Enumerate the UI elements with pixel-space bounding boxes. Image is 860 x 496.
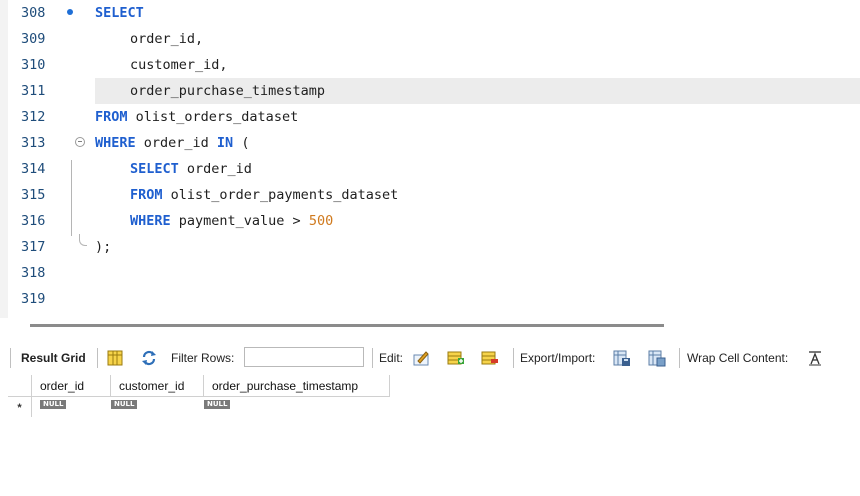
line-number: 313 bbox=[21, 135, 46, 151]
editor-line[interactable]: 317); bbox=[8, 234, 860, 260]
code-text: order_purchase_timestamp bbox=[95, 78, 860, 104]
grid-columns-icon[interactable] bbox=[106, 349, 124, 367]
code-text: FROM olist_order_payments_dataset bbox=[95, 182, 860, 208]
sql-text: ( bbox=[233, 135, 250, 151]
sql-keyword: FROM bbox=[130, 187, 163, 203]
line-number: 315 bbox=[21, 187, 46, 203]
sql-text: order_id bbox=[178, 161, 252, 177]
code-text: WHERE payment_value > 500 bbox=[95, 208, 860, 234]
edit-row-icon[interactable] bbox=[412, 349, 430, 367]
null-badge[interactable]: NULL bbox=[111, 400, 138, 409]
code-text: WHERE order_id IN ( bbox=[95, 130, 860, 156]
editor-line[interactable]: 315 FROM olist_order_payments_dataset bbox=[8, 182, 860, 208]
editor-line[interactable]: 310 customer_id, bbox=[8, 52, 860, 78]
fold-toggle-icon[interactable] bbox=[75, 137, 85, 147]
import-icon[interactable] bbox=[648, 349, 666, 367]
column-header-customer-id[interactable]: customer_id bbox=[111, 375, 204, 397]
edit-label: Edit: bbox=[379, 351, 404, 365]
wrap-cell-content-label: Wrap Cell Content: bbox=[687, 351, 789, 365]
toolbar-separator bbox=[97, 348, 98, 368]
sql-number: 500 bbox=[308, 213, 334, 229]
line-number: 312 bbox=[21, 109, 46, 125]
editor-line[interactable]: 318 bbox=[8, 260, 860, 286]
statement-marker-icon[interactable] bbox=[67, 9, 73, 15]
sql-keyword: WHERE bbox=[130, 213, 171, 229]
null-badge[interactable]: NULL bbox=[40, 400, 67, 409]
code-text: ); bbox=[95, 234, 860, 260]
results-toolbar: Result Grid Filter Rows: Edit: Export/Im… bbox=[0, 345, 860, 371]
editor-line[interactable]: 314 SELECT order_id bbox=[8, 156, 860, 182]
code-text: order_id, bbox=[95, 26, 860, 52]
editor-line[interactable]: 312 FROM olist_orders_dataset bbox=[8, 104, 860, 130]
code-text: SELECT order_id bbox=[95, 156, 860, 182]
new-row-marker: * bbox=[8, 397, 32, 417]
editor-line[interactable]: 309 order_id, bbox=[8, 26, 860, 52]
wrap-text-icon[interactable] bbox=[806, 349, 824, 367]
code-text: customer_id, bbox=[95, 52, 860, 78]
refresh-icon[interactable] bbox=[140, 349, 158, 367]
sql-text: customer_id, bbox=[130, 57, 228, 73]
column-header-order-purchase-timestamp[interactable]: order_purchase_timestamp bbox=[204, 375, 390, 397]
editor-line[interactable]: 311 order_purchase_timestamp bbox=[8, 78, 860, 104]
sql-keyword: SELECT bbox=[130, 161, 179, 177]
line-number: 319 bbox=[21, 291, 46, 307]
editor-line[interactable]: 308 SELECT bbox=[8, 0, 860, 26]
sql-text: payment_value > bbox=[170, 213, 309, 229]
column-header-order-id[interactable]: order_id bbox=[32, 375, 111, 397]
fold-end-icon bbox=[79, 234, 87, 246]
editor-line[interactable]: 313 WHERE order_id IN ( bbox=[8, 130, 860, 156]
filter-rows-input[interactable] bbox=[244, 347, 364, 367]
sql-editor[interactable]: 308 SELECT 309 order_id, 310 customer_id, 311 o… bbox=[0, 0, 860, 318]
line-number: 317 bbox=[21, 239, 46, 255]
toolbar-separator bbox=[513, 348, 514, 368]
delete-row-icon[interactable] bbox=[481, 349, 499, 367]
line-number: 308 bbox=[21, 5, 46, 21]
editor-results-splitter[interactable] bbox=[30, 324, 664, 327]
editor-left-margin bbox=[0, 0, 8, 318]
editor-line[interactable]: 316 WHERE payment_value > 500 bbox=[8, 208, 860, 234]
code-text: SELECT bbox=[95, 0, 860, 26]
line-number: 309 bbox=[21, 31, 46, 47]
line-number: 311 bbox=[21, 83, 46, 99]
sql-text: order_id bbox=[135, 135, 217, 151]
toolbar-separator bbox=[679, 348, 680, 368]
code-text: FROM olist_orders_dataset bbox=[95, 104, 860, 130]
null-badge[interactable]: NULL bbox=[204, 400, 231, 409]
grid-corner-cell[interactable] bbox=[8, 375, 32, 397]
sql-text: olist_order_payments_dataset bbox=[162, 187, 399, 203]
sql-keyword: FROM bbox=[95, 109, 128, 125]
fold-guide-line bbox=[71, 160, 72, 236]
line-number: 310 bbox=[21, 57, 46, 73]
sql-text: ); bbox=[95, 239, 112, 255]
line-number: 316 bbox=[21, 213, 46, 229]
toolbar-separator bbox=[372, 348, 373, 368]
insert-row-icon[interactable] bbox=[447, 349, 465, 367]
sql-text: olist_orders_dataset bbox=[127, 109, 299, 125]
result-grid-tab[interactable]: Result Grid bbox=[21, 345, 86, 371]
sql-keyword: WHERE bbox=[95, 135, 136, 151]
export-import-label: Export/Import: bbox=[520, 351, 596, 365]
editor-line[interactable]: 319 bbox=[8, 286, 860, 312]
line-number: 314 bbox=[21, 161, 46, 177]
sql-keyword: IN bbox=[216, 135, 234, 151]
filter-rows-label: Filter Rows: bbox=[171, 351, 235, 365]
toolbar-separator bbox=[10, 348, 11, 368]
line-number: 318 bbox=[21, 265, 46, 281]
sql-text: order_purchase_timestamp bbox=[130, 83, 326, 99]
export-icon[interactable] bbox=[613, 349, 631, 367]
sql-keyword: SELECT bbox=[95, 5, 144, 21]
sql-text: order_id, bbox=[130, 31, 204, 47]
